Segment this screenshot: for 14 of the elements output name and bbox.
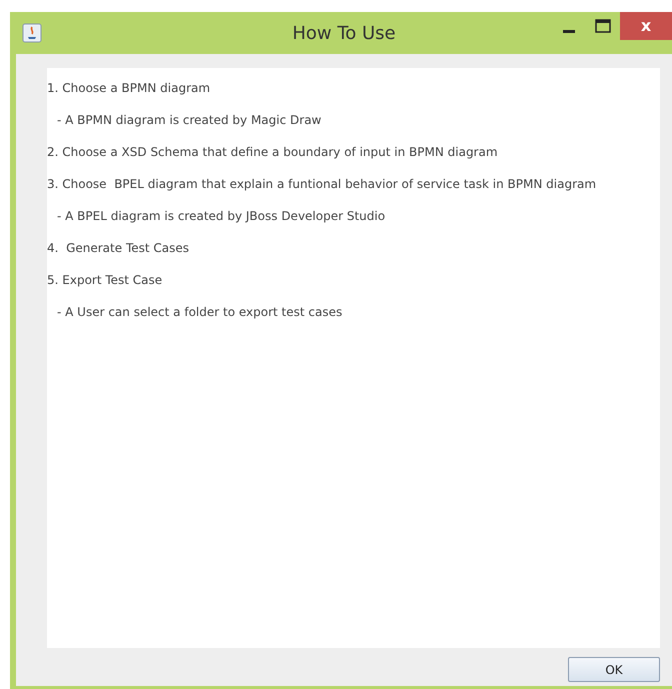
maximize-icon: [595, 19, 611, 33]
note-text: - A BPMN diagram is created by Magic Draw: [56, 112, 322, 129]
step-text: 3. Choose BPEL diagram that explain a funtional behavior of service task in BPMN diagram: [47, 176, 598, 193]
step-text: 1. Choose a BPMN diagram: [47, 80, 212, 97]
note-text: - A BPEL diagram is created by JBoss Developer Studio: [56, 208, 386, 225]
close-button[interactable]: x: [620, 12, 672, 40]
ok-button[interactable]: OK: [568, 657, 660, 682]
step-text: 4. Generate Test Cases: [47, 240, 190, 257]
app-icon: [22, 23, 42, 43]
window-title: How To Use: [292, 23, 396, 44]
step-text: 5. Export Test Case: [47, 272, 164, 289]
note-text: - A User can select a folder to export test cases: [56, 304, 344, 321]
minimize-icon: [563, 30, 575, 32]
step-text: 2. Choose a XSD Schema that define a boundary of input in BPMN diagram: [47, 144, 499, 161]
